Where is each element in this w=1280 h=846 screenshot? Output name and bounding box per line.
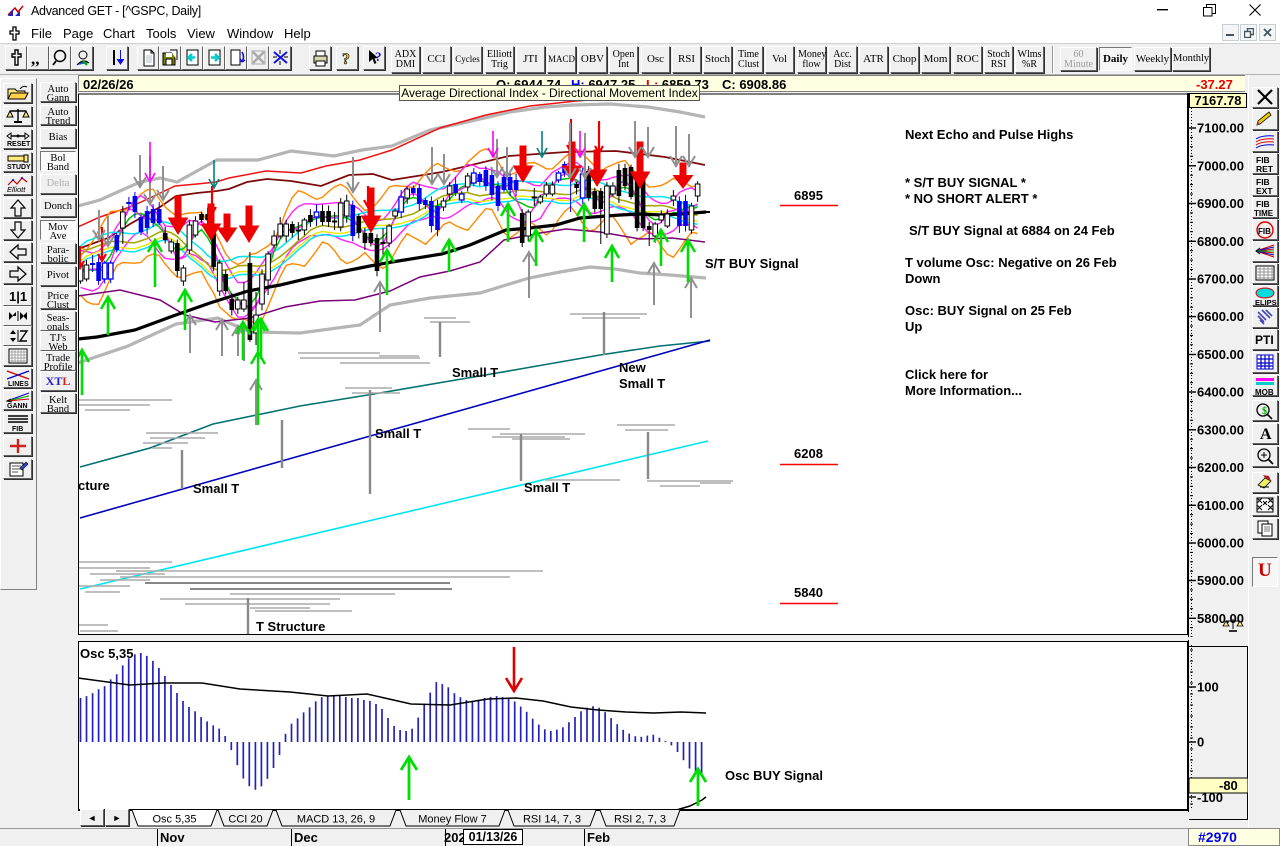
svg-text:Small T: Small T: [452, 365, 498, 380]
svg-text:6200.00: 6200.00: [1197, 460, 1244, 475]
svg-text:5800.00: 5800.00: [1197, 611, 1244, 626]
svg-text:GANN: GANN: [7, 403, 28, 409]
svg-text:S/T BUY Signal at 6884 on 24 F: S/T BUY Signal at 6884 on 24 Feb: [909, 223, 1115, 238]
svg-text:LINES: LINES: [8, 381, 29, 387]
svg-text:RSI 14, 7, 3: RSI 14, 7, 3: [523, 814, 581, 826]
svg-text:Osc 5,35: Osc 5,35: [80, 646, 134, 661]
svg-text:7100.00: 7100.00: [1197, 121, 1244, 136]
svg-text:,,: ,,: [31, 49, 40, 68]
svg-text:?: ?: [342, 51, 350, 68]
svg-text:6400.00: 6400.00: [1197, 385, 1244, 400]
svg-text:T Structure: T Structure: [256, 619, 325, 634]
svg-text:Money Flow 7: Money Flow 7: [418, 814, 486, 826]
svg-text:S/T BUY Signal: S/T BUY Signal: [705, 256, 799, 271]
svg-text:ELIPS: ELIPS: [1255, 298, 1277, 306]
svg-text:T volume Osc: Negative on 26 F: T volume Osc: Negative on 26 Feb: [905, 255, 1117, 270]
svg-text:6100.00: 6100.00: [1197, 498, 1244, 513]
svg-text:Next Echo and Pulse Highs: Next Echo and Pulse Highs: [905, 127, 1073, 142]
svg-text:EXT: EXT: [1256, 186, 1273, 196]
svg-text:-100: -100: [1197, 790, 1223, 805]
svg-text:7000.00: 7000.00: [1197, 158, 1244, 173]
svg-text:FIB: FIB: [1256, 199, 1270, 209]
svg-text:PTI: PTI: [1255, 333, 1274, 347]
svg-text:6208: 6208: [794, 446, 823, 461]
svg-text:More Information...: More Information...: [905, 383, 1022, 398]
svg-text:RESET: RESET: [7, 141, 31, 147]
svg-text:5900.00: 5900.00: [1197, 573, 1244, 588]
svg-text:* S/T BUY SIGNAL *: * S/T BUY SIGNAL *: [905, 175, 1027, 190]
svg-text:U: U: [1258, 560, 1272, 580]
svg-text:A: A: [1260, 426, 1272, 442]
svg-text:MOB: MOB: [1255, 388, 1274, 396]
svg-text:6500.00: 6500.00: [1197, 347, 1244, 362]
svg-text:1|1: 1|1: [9, 289, 27, 304]
svg-text:CCI 20: CCI 20: [228, 814, 262, 826]
svg-text:Small T: Small T: [375, 426, 421, 441]
svg-text:Down: Down: [905, 271, 940, 286]
svg-text:100: 100: [1197, 680, 1219, 695]
svg-text:New: New: [619, 360, 647, 375]
svg-text:Osc BUY Signal: Osc BUY Signal: [725, 768, 823, 783]
svg-text:RSI 2, 7, 3: RSI 2, 7, 3: [614, 814, 666, 826]
svg-text:Small T: Small T: [193, 481, 239, 496]
svg-text:MACD 13, 26, 9: MACD 13, 26, 9: [297, 814, 375, 826]
svg-text:?: ?: [375, 49, 382, 64]
svg-text:Osc: BUY Signal on 25 Feb: Osc: BUY Signal on 25 Feb: [905, 303, 1072, 318]
svg-text:6600.00: 6600.00: [1197, 309, 1244, 324]
svg-text:5840: 5840: [794, 585, 823, 600]
svg-text:6895: 6895: [794, 188, 823, 203]
svg-text:0: 0: [1197, 735, 1204, 750]
svg-text:Elliott: Elliott: [7, 185, 26, 193]
svg-text:cture: cture: [78, 478, 110, 493]
svg-text:RET: RET: [1256, 164, 1274, 174]
svg-text:6800.00: 6800.00: [1197, 234, 1244, 249]
svg-text:Up: Up: [905, 319, 922, 334]
svg-text:$: $: [1262, 406, 1267, 417]
svg-text:* NO SHORT ALERT *: * NO SHORT ALERT *: [905, 191, 1038, 206]
svg-text:6700.00: 6700.00: [1197, 272, 1244, 287]
svg-text:STUDY: STUDY: [7, 164, 31, 170]
svg-text:Small T: Small T: [524, 480, 570, 495]
svg-text:Click here for: Click here for: [905, 367, 988, 382]
svg-text:6300.00: 6300.00: [1197, 422, 1244, 437]
svg-text:TIME: TIME: [1254, 209, 1274, 218]
svg-text:FIB: FIB: [12, 426, 23, 432]
svg-text:6900.00: 6900.00: [1197, 196, 1244, 211]
svg-text:6000.00: 6000.00: [1197, 536, 1244, 551]
svg-text:FIB: FIB: [1258, 227, 1271, 236]
svg-text:Small T: Small T: [619, 376, 665, 391]
svg-text:Osc 5,35: Osc 5,35: [152, 814, 196, 826]
